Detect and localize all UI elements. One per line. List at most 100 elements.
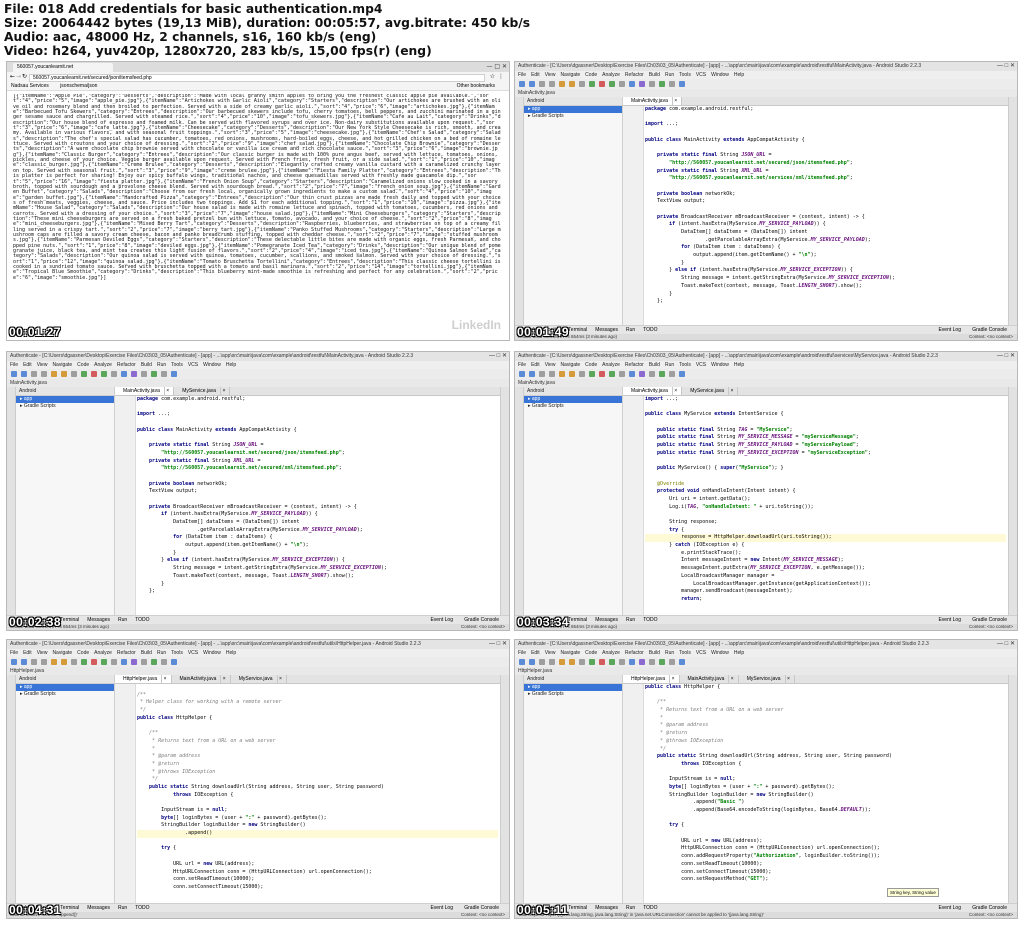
menu-item[interactable]: File [10,650,18,656]
window-controls[interactable]: — □ ✕ [997,640,1015,649]
toolbar-icon[interactable] [679,659,685,665]
gradle-console-tab[interactable]: Gradle Console [464,616,499,624]
toolbar-icon[interactable] [639,81,645,87]
menu-item[interactable]: View [545,362,556,368]
right-tool-strip[interactable] [500,387,509,616]
toolbar-icon[interactable] [649,659,655,665]
menu-item[interactable]: Help [226,362,236,368]
bottom-tool-tab[interactable]: Run [118,905,127,911]
url-input[interactable]: 560057.youcanlearnit.net/secured/json/it… [29,74,485,82]
menu-item[interactable]: Window [711,72,729,78]
toolbar-icon[interactable] [639,659,645,665]
menu-item[interactable]: VCS [696,72,706,78]
gradle-console-tab[interactable]: Gradle Console [972,904,1007,912]
nav-path[interactable]: MainActivity.java [10,380,47,386]
menu-item[interactable]: Analyze [602,650,620,656]
bottom-tool-tab[interactable]: Messages [595,617,618,623]
toolbar-icon[interactable] [21,659,27,665]
menu-item[interactable]: VCS [696,362,706,368]
editor-tab[interactable]: MyService.java × [682,387,739,395]
bottom-tool-tab[interactable]: Run [626,327,635,333]
toolbar-icon[interactable] [519,659,525,665]
project-tree-item[interactable]: ▸ Gradle Scripts [16,691,114,698]
menu-item[interactable]: View [545,650,556,656]
bottom-tool-tab[interactable]: TODO [643,617,657,623]
menu-item[interactable]: Navigate [560,650,580,656]
project-tree-item[interactable]: ▸ app [16,396,114,403]
toolbar-icon[interactable] [111,371,117,377]
toolbar-icon[interactable] [619,371,625,377]
bottom-tool-tab[interactable]: Terminal [568,327,587,333]
menu-item[interactable]: View [37,650,48,656]
editor-tab[interactable]: MainActivity.java × [623,97,683,105]
toolbar-icon[interactable] [679,81,685,87]
toolbar-icon[interactable] [539,81,545,87]
menu-item[interactable]: View [545,72,556,78]
menu-item[interactable]: File [518,72,526,78]
forward-icon[interactable]: → [16,73,21,80]
bottom-tool-tab[interactable]: Run [626,617,635,623]
right-tool-strip[interactable] [1008,675,1017,904]
menu-item[interactable]: File [518,650,526,656]
toolbar-icon[interactable] [21,371,27,377]
toolbar-icon[interactable] [81,659,87,665]
toolbar-icon[interactable] [669,81,675,87]
right-tool-strip[interactable] [1008,97,1017,326]
code-area[interactable]: 1import ...;1213public class MyService e… [645,396,1006,616]
menu-item[interactable]: VCS [188,650,198,656]
toolbar-icon[interactable] [131,371,137,377]
toolbar-icon[interactable] [609,371,615,377]
menu-item[interactable]: Help [734,72,744,78]
menu-item[interactable]: Build [649,650,660,656]
left-tool-strip[interactable] [515,675,524,904]
event-log-tab[interactable]: Event Log [430,904,453,912]
toolbar-icon[interactable] [161,659,167,665]
toolbar-icon[interactable] [609,659,615,665]
toolbar-icon[interactable] [549,371,555,377]
menu-item[interactable]: Run [157,362,166,368]
menu-item[interactable]: Code [585,362,597,368]
toolbar-icon[interactable] [589,371,595,377]
menu-item[interactable]: Code [585,72,597,78]
toolbar-icon[interactable] [599,659,605,665]
toolbar-icon[interactable] [529,371,535,377]
toolbar-icon[interactable] [559,81,565,87]
editor-tab[interactable]: MyService.java × [231,675,287,683]
project-view-selector[interactable]: Android [524,387,622,396]
toolbar-icon[interactable] [529,81,535,87]
left-tool-strip[interactable] [515,97,524,326]
nav-path[interactable]: MainActivity.java [518,90,555,96]
toolbar-icon[interactable] [629,371,635,377]
event-log-tab[interactable]: Event Log [938,326,961,334]
code-editor[interactable]: MainActivity.java ×MyService.java ×1pack… [115,387,500,616]
project-tree-item[interactable]: ▸ app [524,396,622,403]
toolbar-icon[interactable] [639,371,645,377]
toolbar-icon[interactable] [659,659,665,665]
toolbar-icon[interactable] [61,371,67,377]
editor-tab[interactable]: MainActivity.java × [680,675,739,683]
toolbar-icon[interactable] [91,659,97,665]
code-area[interactable]: 1package com.example.android.restful;23i… [137,396,498,616]
bottom-tool-tab[interactable]: TODO [643,327,657,333]
menu-item[interactable]: Window [711,362,729,368]
code-area[interactable]: 15public class HttpHelper {1617 /**18 * … [645,684,1006,904]
editor-tab[interactable]: HttpHelper.java × [115,675,172,683]
project-view-selector[interactable]: Android [524,675,622,684]
left-tool-strip[interactable] [7,387,16,616]
project-tree-item[interactable]: ▸ app [524,684,622,691]
menu-item[interactable]: Help [734,362,744,368]
toolbar-icon[interactable] [61,659,67,665]
editor-tab[interactable]: MainActivity.java × [623,387,683,395]
menu-item[interactable]: VCS [188,362,198,368]
left-tool-strip[interactable] [7,675,16,904]
menu-item[interactable]: View [37,362,48,368]
event-log-tab[interactable]: Event Log [938,904,961,912]
toolbar-icon[interactable] [71,659,77,665]
menu-item[interactable]: Code [585,650,597,656]
toolbar-icon[interactable] [81,371,87,377]
reload-icon[interactable]: ↻ [22,73,27,80]
bottom-tool-tab[interactable]: Messages [87,617,110,623]
bottom-tool-tab[interactable]: Run [118,617,127,623]
menu-item[interactable]: Edit [531,650,540,656]
toolbar-icon[interactable] [649,371,655,377]
